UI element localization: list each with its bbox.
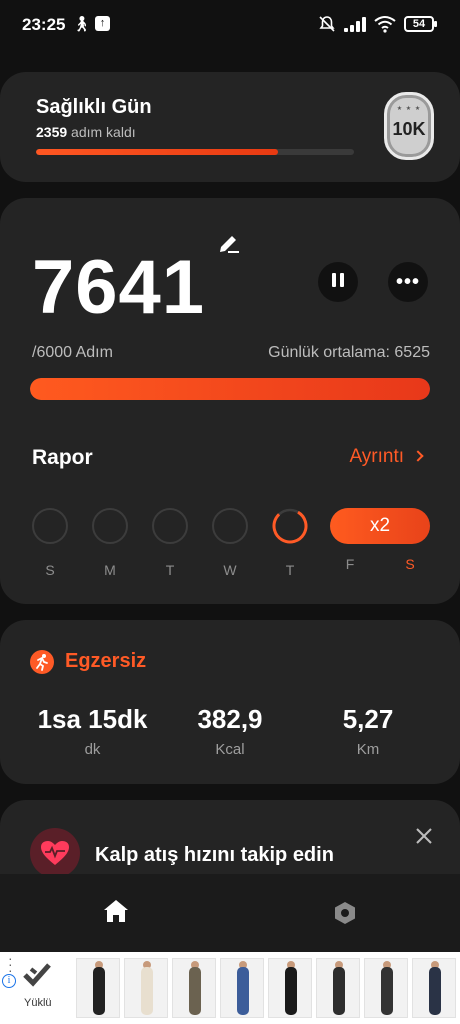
exercise-card[interactable]: Egzersiz 1sa 15dk dk 382,9 Kcal 5,27 Km <box>0 620 460 784</box>
mute-icon <box>319 16 335 32</box>
settings-icon[interactable] <box>332 900 358 926</box>
chevron-right-icon <box>412 450 424 462</box>
day-6-label: S <box>405 556 415 572</box>
details-link[interactable]: Ayrıntı <box>349 446 424 468</box>
exercise-calories: 382,9 Kcal <box>197 704 263 758</box>
exercise-duration: 1sa 15dk dk <box>37 704 148 758</box>
healthy-day-card[interactable]: Sağlıklı Gün 2359 adım kaldı ★ ★ ★ 10K <box>0 72 460 182</box>
steps-card: 7641 ••• /6000 Adım Günlük ortalama: 652… <box>0 198 460 604</box>
pause-icon <box>330 272 346 292</box>
healthy-day-title: Sağlıklı Gün <box>36 96 152 118</box>
bottom-nav <box>0 874 460 954</box>
more-button[interactable]: ••• <box>388 262 428 302</box>
walk-icon: 🚶︎ <box>72 16 92 33</box>
more-icon: ••• <box>395 271 420 293</box>
ad-product-image[interactable] <box>220 958 264 1018</box>
ad-product-image[interactable] <box>172 958 216 1018</box>
healthy-day-progress <box>36 149 354 155</box>
step-count: 7641 <box>32 245 206 330</box>
10k-badge-icon[interactable]: ★ ★ ★ 10K <box>384 92 434 160</box>
ad-product-image[interactable] <box>412 958 456 1018</box>
ad-product-image[interactable] <box>76 958 120 1018</box>
day-5-label: F <box>345 556 355 572</box>
status-time: 23:25 <box>22 15 66 34</box>
heart-icon <box>30 828 80 878</box>
day-0[interactable]: S <box>32 508 68 578</box>
ad-brand-name: Yüklü <box>24 997 52 1009</box>
pause-button[interactable] <box>318 262 358 302</box>
exercise-title: Egzersiz <box>65 650 147 672</box>
home-icon[interactable] <box>102 898 130 924</box>
heart-rate-prompt: Kalp atış hızını takip edin <box>95 844 334 866</box>
signal-icon <box>344 16 366 32</box>
steps-remaining: 2359 adım kaldı <box>36 124 136 140</box>
multiplier-badge[interactable]: x2 <box>330 508 430 544</box>
info-icon[interactable]: i <box>2 974 16 988</box>
wifi-icon <box>374 16 396 33</box>
day-2[interactable]: T <box>152 508 188 578</box>
running-icon <box>30 650 54 674</box>
ad-banner[interactable]: · · · i Yüklü <box>0 951 460 1024</box>
ad-product-image[interactable] <box>316 958 360 1018</box>
day-3[interactable]: W <box>212 508 248 578</box>
status-bar: 23:25 🚶︎ ↑ 54 <box>0 0 460 50</box>
brand-logo <box>23 963 51 987</box>
ad-product-image[interactable] <box>124 958 168 1018</box>
ad-menu-icon[interactable]: · · · <box>8 951 13 977</box>
ad-product-image[interactable] <box>364 958 408 1018</box>
exercise-distance: 5,27 Km <box>342 704 394 758</box>
ad-product-image[interactable] <box>268 958 312 1018</box>
steps-progress <box>30 378 430 400</box>
report-heading: Rapor <box>32 446 93 469</box>
daily-average: Günlük ortalama: 6525 <box>268 344 430 361</box>
close-icon[interactable] <box>414 826 434 846</box>
edit-icon[interactable] <box>217 232 241 254</box>
upload-icon: ↑ <box>95 16 110 31</box>
day-1[interactable]: M <box>92 508 128 578</box>
day-4[interactable]: T <box>272 508 308 578</box>
step-goal: /6000 Adım <box>32 344 113 361</box>
battery-icon: 54 <box>404 16 437 32</box>
